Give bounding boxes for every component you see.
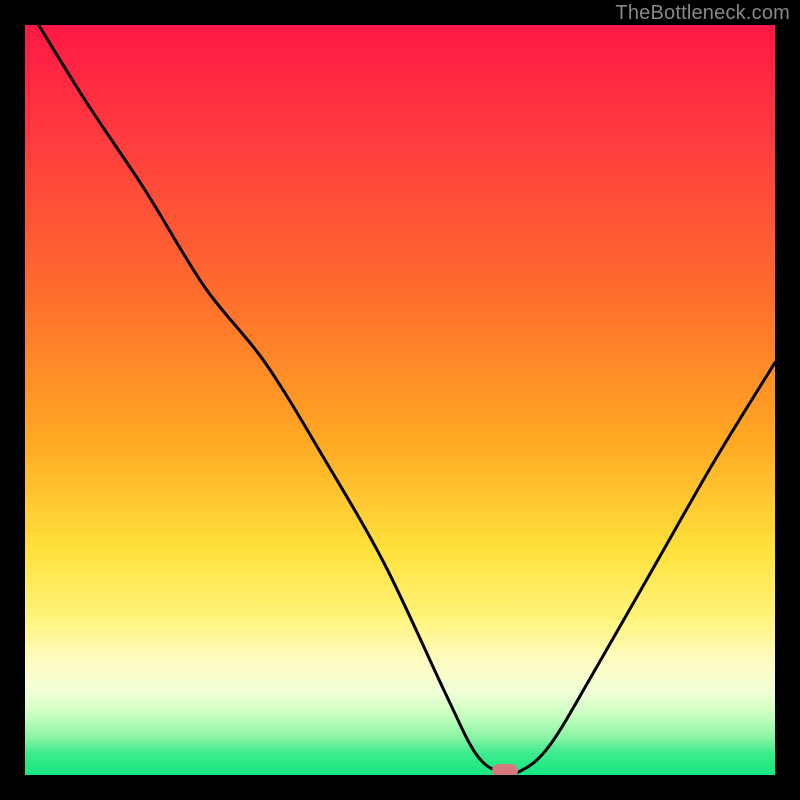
chart-frame: TheBottleneck.com — [0, 0, 800, 800]
watermark-text: TheBottleneck.com — [615, 2, 790, 25]
plot-area — [25, 25, 775, 775]
optimal-point-marker — [492, 764, 518, 775]
bottleneck-curve — [25, 25, 775, 775]
